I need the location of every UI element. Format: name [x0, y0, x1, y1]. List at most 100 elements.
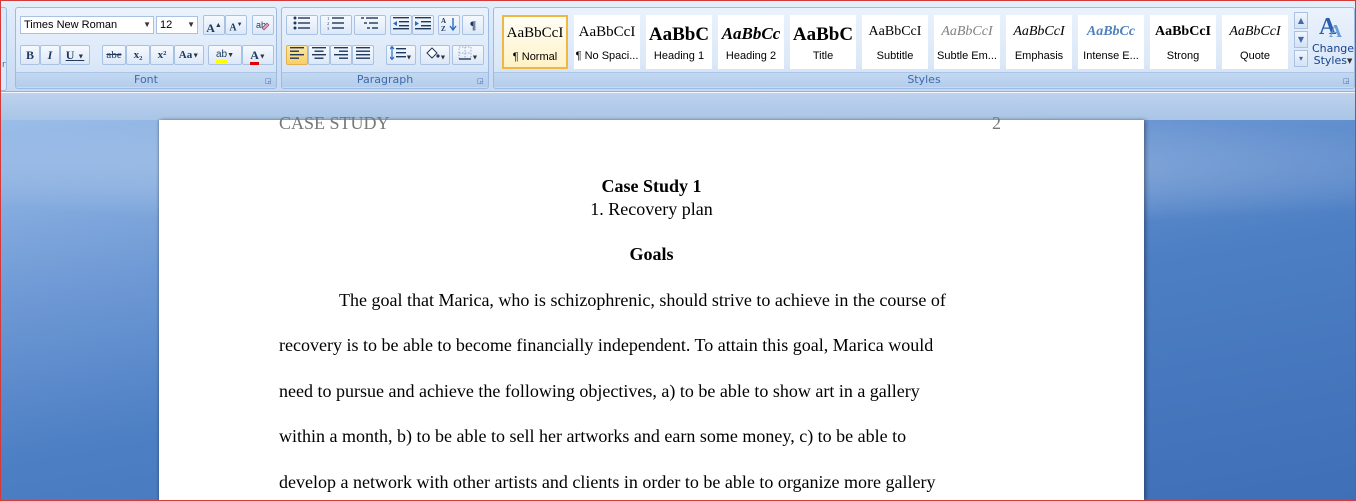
clear-formatting-icon: ab	[256, 20, 270, 31]
style-name: Heading 1	[653, 50, 705, 62]
font-name-value: Times New Roman	[24, 19, 118, 31]
style-sample: AaBbC	[792, 24, 854, 45]
shading-button[interactable]: ▼	[420, 45, 450, 65]
align-left-button[interactable]	[286, 45, 308, 65]
style-tile-subtitle[interactable]: AaBbCcI Subtitle	[862, 15, 928, 69]
numbering-icon: 123	[327, 16, 344, 31]
font-size-combobox[interactable]: 12 ▼	[156, 16, 198, 34]
grow-font-button[interactable]: A▲	[203, 15, 225, 35]
section-heading: Goals	[629, 244, 674, 264]
style-name: ¶ Normal	[512, 51, 558, 63]
line-spacing-button[interactable]: ▼	[386, 45, 416, 65]
change-styles-label-2: Styles▼	[1308, 54, 1355, 67]
document-subtitle: 1. Recovery plan	[590, 199, 713, 219]
show-formatting-marks-icon: ¶	[469, 18, 477, 32]
font-group: Times New Roman ▼ 12 ▼ A▲ A▼ ab B I U ▼ …	[15, 7, 277, 89]
paragraph-dialog-launcher-icon[interactable]: ◲	[477, 77, 485, 85]
highlight-button[interactable]: ab▼	[208, 45, 242, 65]
document-title: Case Study 1	[601, 176, 702, 196]
styles-more-button[interactable]: ▾	[1294, 50, 1308, 67]
bold-button[interactable]: B	[20, 45, 40, 65]
style-tile-emphasis[interactable]: AaBbCcI Emphasis	[1006, 15, 1072, 69]
sort-icon: AZ	[441, 17, 457, 33]
styles-group: AaBbCcI ¶ Normal AaBbCcI ¶ No Spaci... AaBbC…	[493, 7, 1355, 89]
sort-button[interactable]: AZ	[438, 15, 460, 35]
style-name: Emphasis	[1014, 50, 1064, 62]
style-sample: AaBbCcI	[868, 24, 922, 39]
chevron-up-icon: ▲	[1297, 16, 1305, 25]
line-spacing-icon	[389, 45, 406, 61]
increase-indent-icon	[415, 17, 431, 30]
bullets-icon	[293, 16, 310, 30]
justify-button[interactable]	[352, 45, 374, 65]
change-styles-label-2-text: Styles	[1313, 54, 1347, 67]
superscript-button[interactable]: x²	[150, 45, 174, 65]
style-name: Subtitle	[876, 50, 914, 62]
align-right-icon	[334, 47, 348, 59]
chevron-down-icon[interactable]: ▼	[143, 17, 151, 33]
change-case-button[interactable]: Aa▼	[174, 45, 204, 65]
style-tile-normal[interactable]: AaBbCcI ¶ Normal	[502, 15, 568, 69]
style-tile-subtle-em[interactable]: AaBbCcI Subtle Em...	[934, 15, 1000, 69]
font-dialog-launcher-icon[interactable]: ◲	[265, 77, 273, 85]
style-tile-title[interactable]: AaBbC Title	[790, 15, 856, 69]
multilevel-list-icon	[361, 17, 378, 29]
chevron-down-icon[interactable]: ▼	[187, 17, 195, 33]
subscript-button[interactable]: x₂	[126, 45, 150, 65]
italic-icon: I	[47, 48, 53, 62]
show-formatting-marks-button[interactable]: ¶	[462, 15, 484, 35]
paragraph-group: 123 AZ ¶ ▼ ▼ ▼ Paragraph ◲	[281, 7, 489, 89]
svg-text:A: A	[1329, 21, 1342, 40]
shrink-font-icon: A	[229, 22, 237, 34]
styles-scroll-up-button[interactable]: ▲	[1294, 12, 1308, 29]
style-tile-strong[interactable]: AaBbCcI Strong	[1150, 15, 1216, 69]
svg-text:Z: Z	[441, 25, 446, 32]
document-page[interactable]: CASE STUDY 2 Case Study 1 1. Recovery pl…	[159, 113, 1144, 500]
multilevel-list-button[interactable]	[354, 15, 386, 35]
decrease-indent-button[interactable]	[390, 15, 412, 35]
align-center-button[interactable]	[308, 45, 330, 65]
underline-icon: U	[65, 48, 75, 62]
underline-button[interactable]: U ▼	[60, 45, 90, 65]
style-tile-quote[interactable]: AaBbCcI Quote	[1222, 15, 1288, 69]
decrease-indent-icon	[393, 17, 409, 30]
svg-text:3: 3	[327, 26, 330, 30]
style-sample: AaBbCcI	[1229, 24, 1281, 39]
body-line-1: The goal that Marica, who is schizophren…	[339, 290, 946, 310]
bullets-button[interactable]	[286, 15, 318, 35]
style-tile-heading-2[interactable]: AaBbCc Heading 2	[718, 15, 784, 69]
more-icon: ▾	[1298, 54, 1303, 63]
style-tile-heading-1[interactable]: AaBbC Heading 1	[646, 15, 712, 69]
superscript-icon: x²	[157, 49, 167, 61]
numbering-button[interactable]: 123	[320, 15, 352, 35]
style-tile-no-spaci[interactable]: AaBbCcI ¶ No Spaci...	[574, 15, 640, 69]
change-styles-button[interactable]: AA Change Styles▼	[1308, 10, 1355, 80]
styles-scroll-down-button[interactable]: ▼	[1294, 31, 1308, 48]
align-right-button[interactable]	[330, 45, 352, 65]
running-head: CASE STUDY	[279, 113, 390, 133]
body-line-2: recovery is to be able to become financi…	[279, 335, 934, 355]
word-window: r Times New Roman ▼ 12 ▼ A▲ A▼ ab B I U …	[0, 0, 1356, 501]
body-line-3: need to pursue and achieve the following…	[279, 381, 920, 401]
styles-dialog-launcher-icon[interactable]: ◲	[1343, 77, 1351, 85]
style-sample: AaBbCc	[1086, 24, 1136, 39]
styles-group-label: Styles	[494, 72, 1354, 87]
italic-button[interactable]: I	[40, 45, 60, 65]
font-color-button[interactable]: A▼	[242, 45, 274, 65]
style-sample: AaBbCcI	[578, 24, 636, 40]
borders-button[interactable]: ▼	[452, 45, 484, 65]
shrink-font-button[interactable]: A▼	[225, 15, 247, 35]
paragraph-group-label: Paragraph	[282, 72, 488, 87]
clipboard-group-stub-label: r	[2, 60, 6, 70]
style-sample: AaBbCcI	[1013, 24, 1065, 39]
style-name: Subtle Em...	[937, 50, 997, 62]
style-tile-intense-e[interactable]: AaBbCc Intense E...	[1078, 15, 1144, 69]
clear-formatting-button[interactable]: ab	[252, 15, 274, 35]
chevron-down-icon: ▼	[1297, 35, 1305, 44]
font-size-value: 12	[160, 19, 173, 31]
strikethrough-button[interactable]: abe	[102, 45, 126, 65]
increase-indent-button[interactable]	[412, 15, 434, 35]
clipboard-group-stub: r	[1, 7, 7, 91]
font-name-combobox[interactable]: Times New Roman ▼	[20, 16, 154, 34]
justify-icon	[356, 47, 370, 59]
